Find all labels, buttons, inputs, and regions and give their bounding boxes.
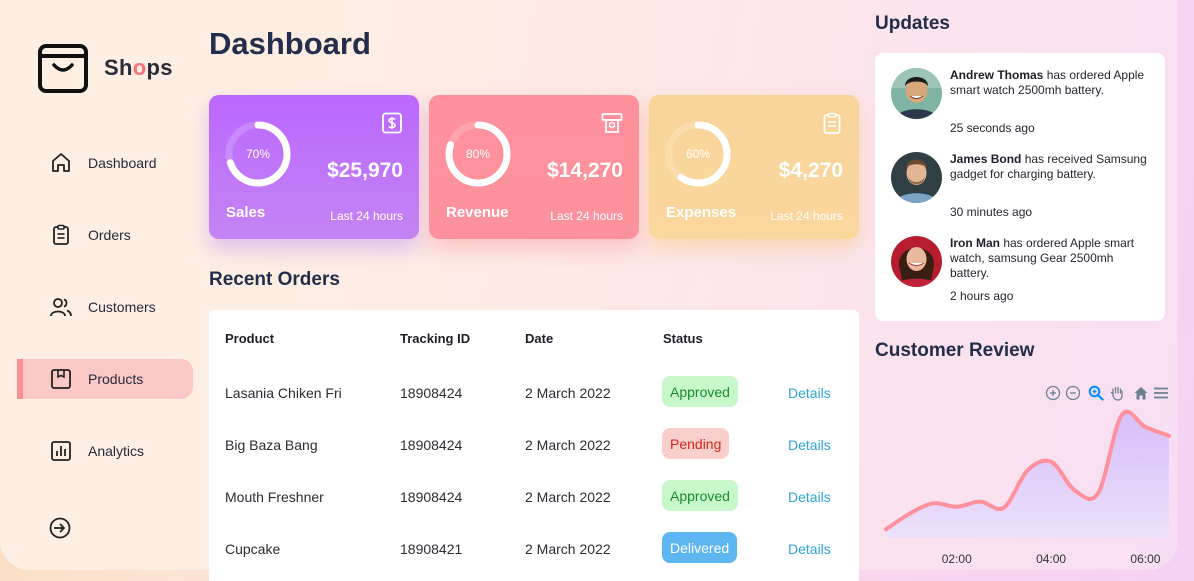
customer-review-title: Customer Review bbox=[875, 340, 1035, 361]
brand-logo[interactable]: Shops bbox=[38, 43, 173, 93]
updates-title: Updates bbox=[875, 13, 950, 34]
x-tick-label: 04:00 bbox=[1036, 552, 1066, 566]
tracking-cell: 18908424 bbox=[400, 437, 463, 453]
update-text: Iron Man has ordered Apple smart watch, … bbox=[950, 236, 1135, 280]
tracking-cell: 18908424 bbox=[400, 385, 463, 401]
sidebar-item-label: Products bbox=[88, 371, 144, 387]
area-chart: 02:00 04:00 06:00 bbox=[884, 409, 1171, 566]
card-percent: 70% bbox=[245, 147, 271, 161]
card-name: Sales bbox=[226, 204, 266, 221]
x-tick-label: 02:00 bbox=[942, 552, 972, 566]
card-amount: $25,970 bbox=[327, 159, 403, 182]
card-period: Last 24 hours bbox=[770, 209, 843, 223]
update-text: Andrew Thomas has ordered Apple smart wa… bbox=[950, 68, 1145, 97]
details-link[interactable]: Details bbox=[788, 541, 831, 557]
shopping-bag-icon bbox=[38, 44, 88, 93]
product-cell: Big Baza Bang bbox=[225, 437, 318, 453]
date-cell: 2 March 2022 bbox=[525, 541, 611, 557]
avatar bbox=[891, 152, 942, 203]
package-icon bbox=[51, 369, 71, 389]
column-header: Tracking ID bbox=[400, 331, 471, 346]
sidebar-item-label: Customers bbox=[88, 299, 156, 315]
card-amount: $14,270 bbox=[547, 159, 623, 182]
update-text: James Bond has received Samsung gadget f… bbox=[950, 152, 1147, 181]
product-cell: Mouth Freshner bbox=[225, 489, 324, 505]
home-icon bbox=[52, 153, 70, 172]
sidebar-item-analytics[interactable]: Analytics bbox=[17, 431, 193, 471]
avatar bbox=[891, 68, 942, 119]
money-icon bbox=[601, 113, 623, 133]
column-header: Date bbox=[525, 331, 554, 346]
sign-out-icon[interactable] bbox=[48, 516, 72, 540]
status-badge: Pending bbox=[662, 428, 730, 459]
clipboard-icon bbox=[823, 112, 841, 134]
sidebar-item-dashboard[interactable]: Dashboard bbox=[17, 143, 193, 183]
details-link[interactable]: Details bbox=[788, 385, 831, 401]
product-cell: Cupcake bbox=[225, 541, 281, 557]
sales-card[interactable]: 70% $25,970 Sales Last 24 hours bbox=[209, 95, 419, 239]
brand-name: Shops bbox=[104, 55, 173, 80]
sidebar-item-orders[interactable]: Orders bbox=[17, 215, 193, 255]
revenue-card[interactable]: 80% $14,270 Revenue Last 24 hours bbox=[429, 95, 639, 239]
card-period: Last 24 hours bbox=[550, 209, 623, 223]
tracking-cell: 18908421 bbox=[400, 541, 463, 557]
sidebar-item-customers[interactable]: Customers bbox=[17, 287, 193, 327]
avatar bbox=[891, 236, 942, 287]
card-name: Expenses bbox=[666, 204, 737, 221]
status-badge: Approved bbox=[662, 480, 738, 511]
sidebar-item-label: Dashboard bbox=[88, 155, 157, 171]
card-period: Last 24 hours bbox=[330, 209, 403, 223]
users-icon bbox=[50, 298, 72, 317]
status-badge: Approved bbox=[662, 376, 738, 407]
update-time: 25 seconds ago bbox=[950, 121, 1035, 135]
orders-table: Product Tracking ID Date Status Lasania … bbox=[209, 310, 859, 581]
status-badge: Delivered bbox=[662, 532, 738, 563]
date-cell: 2 March 2022 bbox=[525, 489, 611, 505]
area-fill bbox=[886, 411, 1169, 538]
details-link[interactable]: Details bbox=[788, 437, 831, 453]
date-cell: 2 March 2022 bbox=[525, 437, 611, 453]
updates-panel: Andrew Thomas has ordered Apple smart wa… bbox=[875, 53, 1165, 321]
sidebar-item-label: Analytics bbox=[88, 443, 145, 459]
details-link[interactable]: Details bbox=[788, 489, 831, 505]
card-name: Revenue bbox=[446, 204, 509, 221]
page-title: Dashboard bbox=[209, 26, 371, 61]
review-chart: 02:00 04:00 06:00 bbox=[875, 378, 1175, 581]
card-amount: $4,270 bbox=[778, 159, 843, 182]
recent-orders-title: Recent Orders bbox=[209, 269, 340, 290]
expenses-card[interactable]: 60% $4,270 Expenses Last 24 hours bbox=[649, 95, 859, 239]
update-time: 2 hours ago bbox=[950, 289, 1014, 303]
card-percent: 80% bbox=[465, 147, 491, 161]
bar-chart-icon bbox=[51, 441, 71, 461]
clipboard-icon bbox=[53, 224, 69, 245]
product-cell: Lasania Chiken Fri bbox=[225, 385, 342, 401]
dollar-icon bbox=[382, 112, 402, 134]
sidebar-item-label: Orders bbox=[88, 227, 131, 243]
column-header: Status bbox=[663, 331, 703, 346]
column-header: Product bbox=[225, 331, 275, 346]
card-percent: 60% bbox=[685, 147, 711, 161]
sidebar-item-products[interactable]: Products bbox=[17, 359, 193, 399]
date-cell: 2 March 2022 bbox=[525, 385, 611, 401]
tracking-cell: 18908424 bbox=[400, 489, 463, 505]
update-time: 30 minutes ago bbox=[950, 205, 1033, 219]
x-tick-label: 06:00 bbox=[1130, 552, 1160, 566]
